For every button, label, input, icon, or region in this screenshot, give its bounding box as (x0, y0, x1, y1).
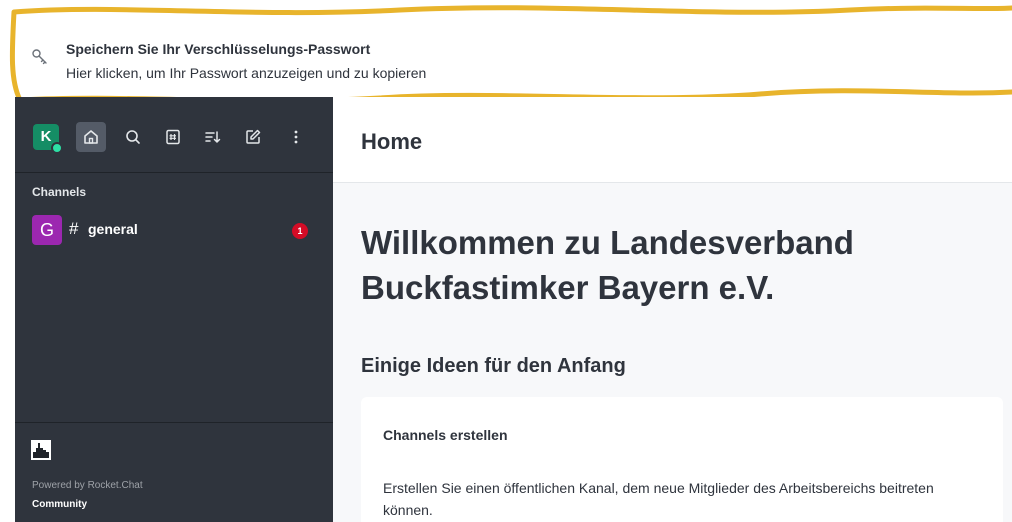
ideas-heading: Einige Ideen für den Anfang (361, 355, 626, 377)
channel-avatar: G (32, 215, 62, 245)
channel-name: general (88, 221, 138, 237)
sort-icon (205, 131, 221, 143)
create-channels-card[interactable]: Channels erstellen Erstellen Sie einen ö… (361, 397, 1003, 522)
kebab-menu-icon (294, 130, 298, 144)
sidebar-toolbar: K (15, 97, 333, 173)
community-label: Community (32, 499, 87, 510)
directory-button[interactable] (158, 122, 188, 152)
card-description: Erstellen Sie einen öffentlichen Kanal, … (383, 480, 934, 518)
sidebar-footer: Powered by Rocket.Chat Community (15, 422, 333, 522)
workspace-logo-icon (31, 440, 51, 460)
create-new-button[interactable] (238, 122, 268, 152)
key-icon (31, 48, 49, 66)
banner-title: Speichern Sie Ihr Verschlüsselungs-Passw… (66, 41, 371, 57)
search-button[interactable] (118, 122, 148, 152)
home-header: Home (333, 97, 1012, 183)
search-icon (126, 130, 140, 144)
directory-icon (166, 129, 180, 145)
create-new-icon (246, 129, 261, 144)
home-content: Home Willkommen zu Landesverband Buckfas… (333, 97, 1012, 522)
home-button[interactable] (76, 122, 106, 152)
channels-section-label: Channels (32, 185, 87, 199)
menu-button[interactable] (281, 122, 311, 152)
unread-badge: 1 (292, 223, 308, 239)
page-title: Home (361, 129, 423, 154)
welcome-heading: Willkommen zu Landesverband Buckfastimke… (361, 224, 854, 306)
banner-subtitle: Hier klicken, um Ihr Passwort anzuzeigen… (66, 65, 427, 81)
sidebar: K Channels G # general 1 Powered by Rock… (15, 97, 333, 522)
powered-by-text: Powered by Rocket.Chat (32, 480, 143, 491)
card-title: Channels erstellen (383, 427, 508, 443)
e2e-password-banner[interactable]: Speichern Sie Ihr Verschlüsselungs-Passw… (0, 0, 1012, 108)
sort-button[interactable] (198, 122, 228, 152)
channel-item-general[interactable]: G # general 1 (15, 210, 333, 250)
user-status-indicator (51, 142, 63, 154)
hashtag-icon: # (69, 219, 79, 238)
home-icon (84, 130, 98, 144)
